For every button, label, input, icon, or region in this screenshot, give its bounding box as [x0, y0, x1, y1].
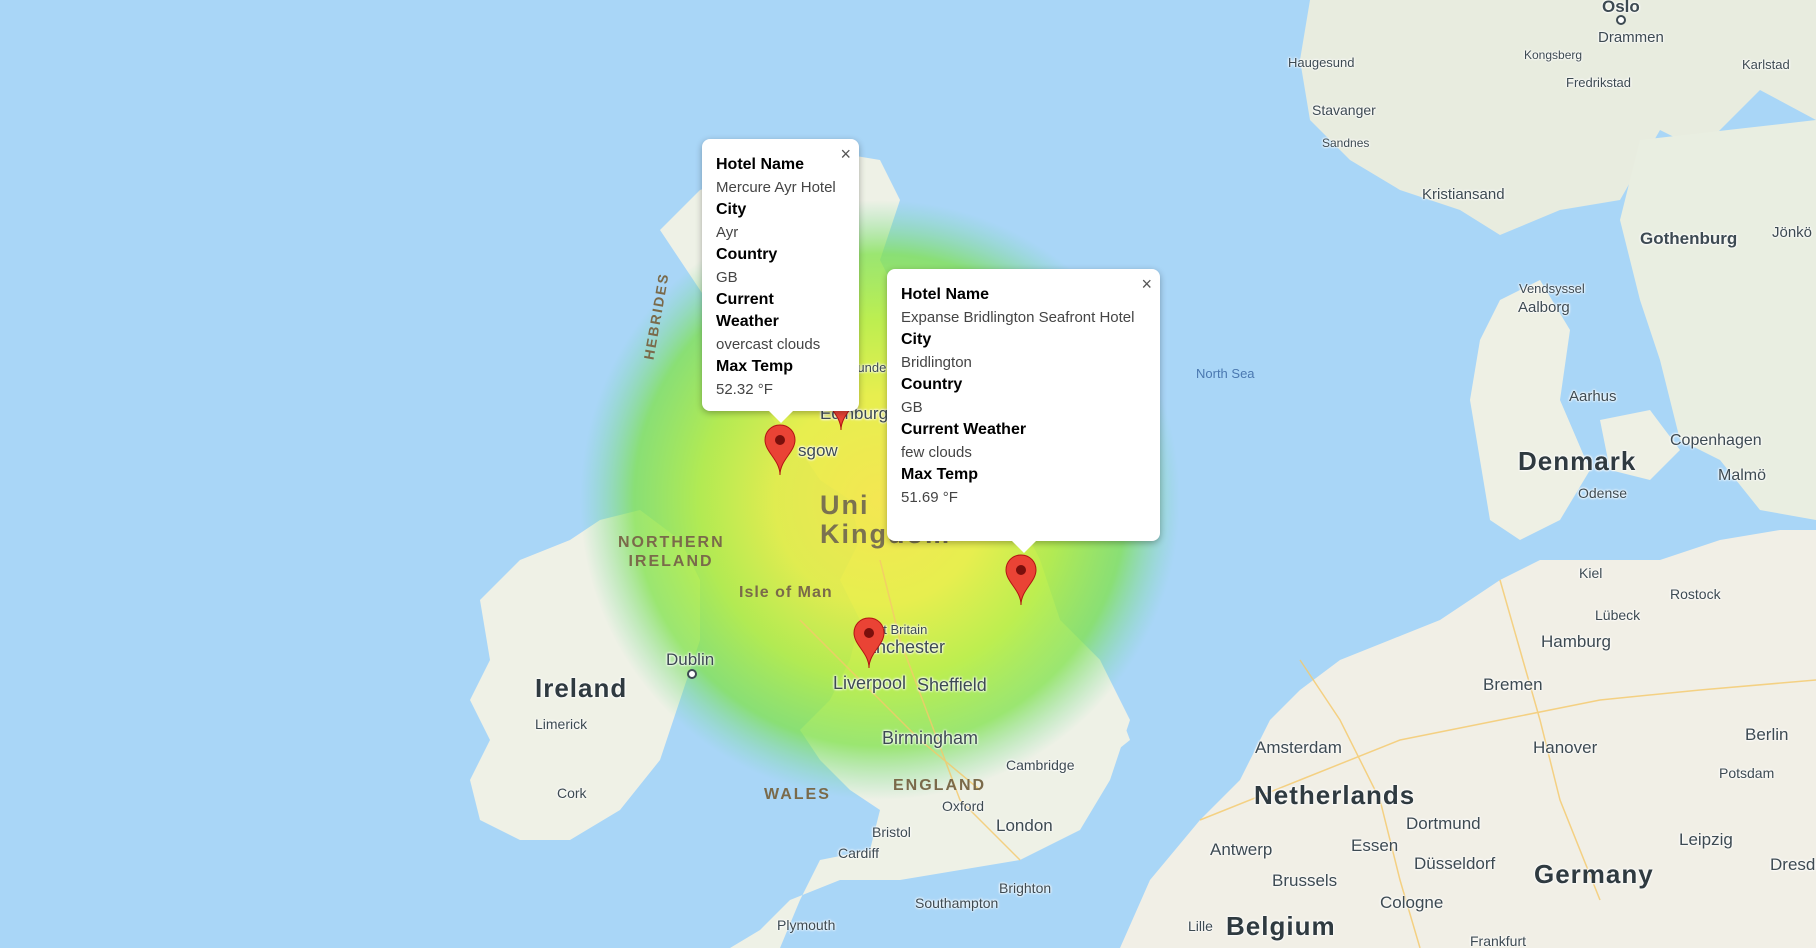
place-amsterdam: Amsterdam	[1255, 738, 1342, 757]
place-plymouth: Plymouth	[777, 917, 836, 933]
info-window-ayr: × Hotel Name Mercure Ayr Hotel City Ayr …	[702, 139, 859, 423]
place-stavanger: Stavanger	[1312, 102, 1376, 118]
place-rostock: Rostock	[1670, 586, 1721, 602]
place-germany: Germany	[1534, 859, 1654, 889]
map-marker-pin-icon[interactable]	[764, 424, 796, 476]
place-birmingham: Birmingham	[882, 728, 979, 748]
place-dot	[1616, 15, 1626, 25]
place-isle-of-man: Isle of Man	[739, 584, 833, 601]
field-value: Expanse Bridlington Seafront Hotel	[901, 309, 1135, 326]
place-fredrikstad: Fredrikstad	[1566, 75, 1632, 90]
place-cambridge: Cambridge	[1006, 757, 1075, 773]
place-gothenburg: Gothenburg	[1640, 229, 1738, 248]
field-label: Current Weather	[901, 421, 1027, 438]
place-limerick: Limerick	[535, 716, 588, 732]
place-malmo: Malmö	[1718, 467, 1767, 484]
place-lille: Lille	[1188, 918, 1213, 934]
place-bremen: Bremen	[1483, 675, 1543, 694]
field-value: Ayr	[716, 224, 739, 241]
place-dublin: Dublin	[666, 650, 715, 669]
info-window-bridlington: × Hotel Name Expanse Bridlington Seafron…	[887, 269, 1160, 553]
place-leipzig: Leipzig	[1679, 830, 1733, 849]
place-london: London	[996, 816, 1053, 835]
place-northern-ireland: NORTHERN IRELAND	[618, 534, 725, 570]
place-southampton: Southampton	[915, 895, 999, 911]
place-aarhus: Aarhus	[1569, 388, 1617, 405]
place-odense: Odense	[1578, 485, 1628, 501]
place-cologne: Cologne	[1380, 893, 1444, 912]
place-hanover: Hanover	[1533, 738, 1598, 757]
place-denmark: Denmark	[1518, 446, 1637, 476]
map-marker-pin-icon[interactable]	[853, 617, 885, 669]
place-cork: Cork	[557, 785, 587, 801]
field-label: Hotel Name	[901, 286, 990, 303]
field-label: City	[901, 331, 932, 348]
field-label: Hotel Name	[716, 156, 805, 173]
place-dot	[687, 669, 697, 679]
field-label: Country	[901, 376, 963, 393]
place-berlin: Berlin	[1745, 725, 1789, 744]
place-potsdam: Potsdam	[1719, 765, 1775, 781]
map-marker-pin-icon[interactable]	[1005, 554, 1037, 606]
map-canvas[interactable]: Oslo Drammen Haugesund Kongsberg Karlsta…	[0, 0, 1816, 948]
place-haugesund: Haugesund	[1288, 55, 1355, 70]
place-copenhagen: Copenhagen	[1670, 432, 1762, 449]
place-oxford: Oxford	[942, 798, 985, 814]
place-dresden: Dresden	[1770, 855, 1816, 874]
place-kongsberg: Kongsberg	[1524, 48, 1583, 62]
place-kristiansand: Kristiansand	[1422, 186, 1505, 203]
place-belgium: Belgium	[1226, 911, 1336, 941]
place-bristol: Bristol	[872, 824, 911, 840]
field-label: Current Weather	[716, 291, 779, 330]
place-brussels: Brussels	[1272, 871, 1338, 890]
field-value: GB	[716, 269, 738, 286]
field-value: few clouds	[901, 444, 972, 461]
place-karlstad: Karlstad	[1742, 57, 1790, 72]
place-sandnes: Sandnes	[1322, 136, 1370, 150]
place-antwerp: Antwerp	[1210, 840, 1273, 859]
field-value: 52.32 °F	[716, 381, 773, 398]
place-aalborg: Aalborg	[1518, 299, 1570, 316]
place-drammen: Drammen	[1598, 29, 1664, 46]
place-glasgow: sgow	[798, 441, 838, 460]
place-frankfurt: Frankfurt	[1470, 933, 1527, 948]
close-icon[interactable]: ×	[1141, 275, 1152, 293]
field-label: City	[716, 201, 747, 218]
place-vendsyssel: Vendsyssel	[1519, 281, 1585, 296]
place-netherlands: Netherlands	[1254, 780, 1416, 810]
close-icon[interactable]: ×	[840, 145, 851, 163]
place-liverpool: Liverpool	[833, 673, 907, 693]
info-window-content: Hotel Name Expanse Bridlington Seafront …	[901, 284, 1142, 509]
place-dusseldorf: Düsseldorf	[1414, 854, 1496, 873]
place-lubeck: Lübeck	[1595, 607, 1641, 623]
place-essen: Essen	[1351, 836, 1399, 855]
place-dortmund: Dortmund	[1406, 814, 1481, 833]
place-jonkoping: Jönkö	[1772, 224, 1813, 241]
field-value: 51.69 °F	[901, 489, 958, 506]
field-value: overcast clouds	[716, 336, 821, 353]
place-ireland: Ireland	[535, 673, 628, 703]
place-brighton: Brighton	[999, 880, 1052, 896]
info-window-content: Hotel Name Mercure Ayr Hotel City Ayr Co…	[716, 154, 841, 401]
place-cardiff: Cardiff	[838, 845, 879, 861]
field-label: Max Temp	[716, 358, 794, 375]
place-north-sea: North Sea	[1196, 366, 1255, 381]
field-value: Mercure Ayr Hotel	[716, 179, 836, 196]
place-england: ENGLAND	[893, 777, 987, 794]
place-uk-line1: Uni	[820, 490, 870, 520]
field-value: GB	[901, 399, 923, 416]
place-kiel: Kiel	[1579, 565, 1603, 581]
field-label: Max Temp	[901, 466, 979, 483]
place-sheffield: Sheffield	[917, 675, 987, 695]
place-wales: WALES	[764, 786, 831, 803]
field-value: Bridlington	[901, 354, 972, 371]
place-hamburg: Hamburg	[1541, 632, 1611, 651]
field-label: Country	[716, 246, 778, 263]
